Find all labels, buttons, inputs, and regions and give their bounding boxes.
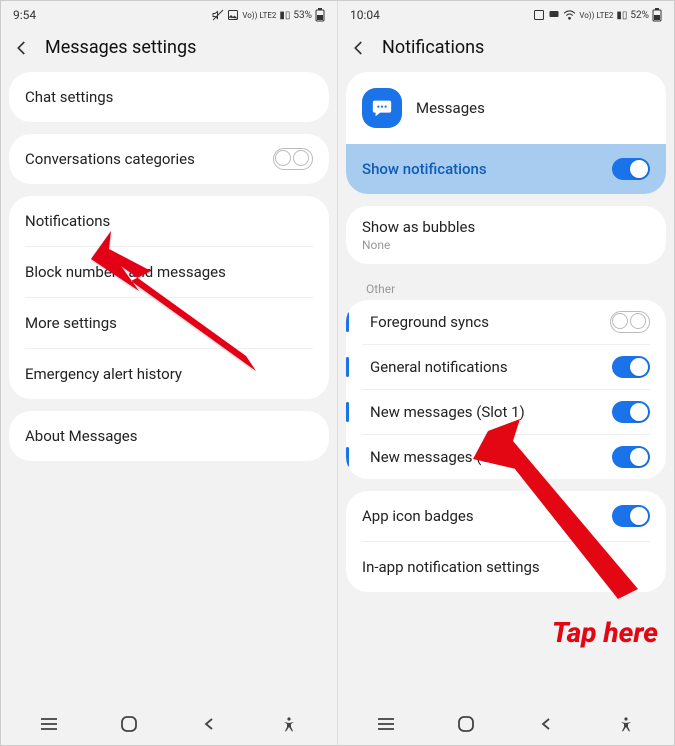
settings-list: Messages Show notifications Show as bubb… bbox=[338, 72, 674, 703]
nav-home[interactable] bbox=[446, 712, 486, 736]
row-conversations-categories[interactable]: Conversations categories bbox=[9, 134, 329, 184]
nav-recents[interactable] bbox=[29, 712, 69, 736]
row-emergency-alert[interactable]: Emergency alert history bbox=[9, 349, 329, 399]
card-conv: Conversations categories bbox=[9, 134, 329, 184]
status-right: Vo)) LTE2 ▮▯ 53% bbox=[212, 8, 325, 22]
status-net: Vo)) LTE2 bbox=[579, 11, 613, 20]
back-icon[interactable] bbox=[13, 39, 31, 57]
toggle-app-icon-badges[interactable] bbox=[612, 505, 650, 527]
card-other: Foreground syncs General notifications N… bbox=[346, 300, 666, 479]
nav-recents[interactable] bbox=[366, 712, 406, 736]
status-time: 9:54 bbox=[13, 8, 36, 22]
signal-icon: ▮▯ bbox=[279, 10, 290, 21]
nav-accessibility[interactable] bbox=[606, 712, 646, 736]
toggle-conversations-categories[interactable] bbox=[273, 148, 313, 170]
row-app-icon-badges[interactable]: App icon badges bbox=[346, 491, 666, 541]
signal-icon: ▮▯ bbox=[616, 10, 627, 21]
title-bar: Notifications bbox=[338, 27, 674, 72]
status-time: 10:04 bbox=[350, 8, 380, 22]
row-foreground-syncs[interactable]: Foreground syncs bbox=[346, 300, 666, 344]
toggle-general-notifications[interactable] bbox=[612, 356, 650, 378]
page-title: Notifications bbox=[382, 37, 484, 58]
battery-icon bbox=[315, 8, 325, 22]
battery-icon bbox=[652, 8, 662, 22]
card-app: Messages Show notifications bbox=[346, 72, 666, 194]
row-chat-settings[interactable]: Chat settings bbox=[9, 72, 329, 122]
screenshot-pair: 9:54 Vo)) LTE2 ▮▯ 53% Messages settings … bbox=[0, 0, 675, 746]
picture-icon bbox=[533, 9, 545, 21]
nav-bar bbox=[1, 703, 337, 745]
phone-left: 9:54 Vo)) LTE2 ▮▯ 53% Messages settings … bbox=[1, 1, 337, 745]
chat-icon bbox=[548, 9, 560, 21]
toggle-new-messages-sim2[interactable] bbox=[612, 446, 650, 468]
row-show-notifications[interactable]: Show notifications bbox=[346, 144, 666, 194]
settings-list: Chat settings Conversations categories N… bbox=[1, 72, 337, 703]
row-app-header[interactable]: Messages bbox=[346, 72, 666, 144]
nav-bar bbox=[338, 703, 674, 745]
status-net: Vo)) LTE2 bbox=[242, 11, 276, 20]
messages-app-icon bbox=[362, 88, 402, 128]
card-chat: Chat settings bbox=[9, 72, 329, 122]
row-notifications[interactable]: Notifications bbox=[9, 196, 329, 246]
nav-accessibility[interactable] bbox=[269, 712, 309, 736]
page-title: Messages settings bbox=[45, 37, 196, 58]
card-last: App icon badges In-app notification sett… bbox=[346, 491, 666, 592]
nav-back[interactable] bbox=[189, 712, 229, 736]
row-new-messages-slot1[interactable]: New messages (Slot 1) bbox=[346, 390, 666, 434]
picture-icon bbox=[227, 9, 239, 21]
status-bar: 9:54 Vo)) LTE2 ▮▯ 53% bbox=[1, 1, 337, 27]
title-bar: Messages settings bbox=[1, 27, 337, 72]
wifi-icon bbox=[563, 10, 576, 20]
card-bubbles: Show as bubbles None bbox=[346, 206, 666, 264]
card-main: Notifications Block numbers and messages… bbox=[9, 196, 329, 399]
status-bar: 10:04 Vo)) LTE2 ▮▯ 52% bbox=[338, 1, 674, 27]
back-icon[interactable] bbox=[350, 39, 368, 57]
status-battery: 52% bbox=[630, 10, 649, 21]
row-about-messages[interactable]: About Messages bbox=[9, 411, 329, 461]
mute-icon bbox=[212, 9, 224, 21]
card-about: About Messages bbox=[9, 411, 329, 461]
row-new-messages-sim2[interactable]: New messages (SIM2) bbox=[346, 435, 666, 479]
row-block-numbers[interactable]: Block numbers and messages bbox=[9, 247, 329, 297]
nav-back[interactable] bbox=[526, 712, 566, 736]
section-other: Other bbox=[346, 276, 666, 300]
row-in-app-notif[interactable]: In-app notification settings bbox=[346, 542, 666, 592]
row-show-bubbles[interactable]: Show as bubbles None bbox=[346, 206, 666, 264]
toggle-new-messages-slot1[interactable] bbox=[612, 401, 650, 423]
app-name: Messages bbox=[416, 99, 485, 117]
status-battery: 53% bbox=[293, 10, 312, 21]
row-more-settings[interactable]: More settings bbox=[9, 298, 329, 348]
row-general-notifications[interactable]: General notifications bbox=[346, 345, 666, 389]
toggle-foreground-syncs[interactable] bbox=[610, 311, 650, 333]
phone-right: 10:04 Vo)) LTE2 ▮▯ 52% Notifications bbox=[337, 1, 674, 745]
status-right: Vo)) LTE2 ▮▯ 52% bbox=[533, 8, 662, 22]
toggle-show-notifications[interactable] bbox=[612, 158, 650, 180]
nav-home[interactable] bbox=[109, 712, 149, 736]
